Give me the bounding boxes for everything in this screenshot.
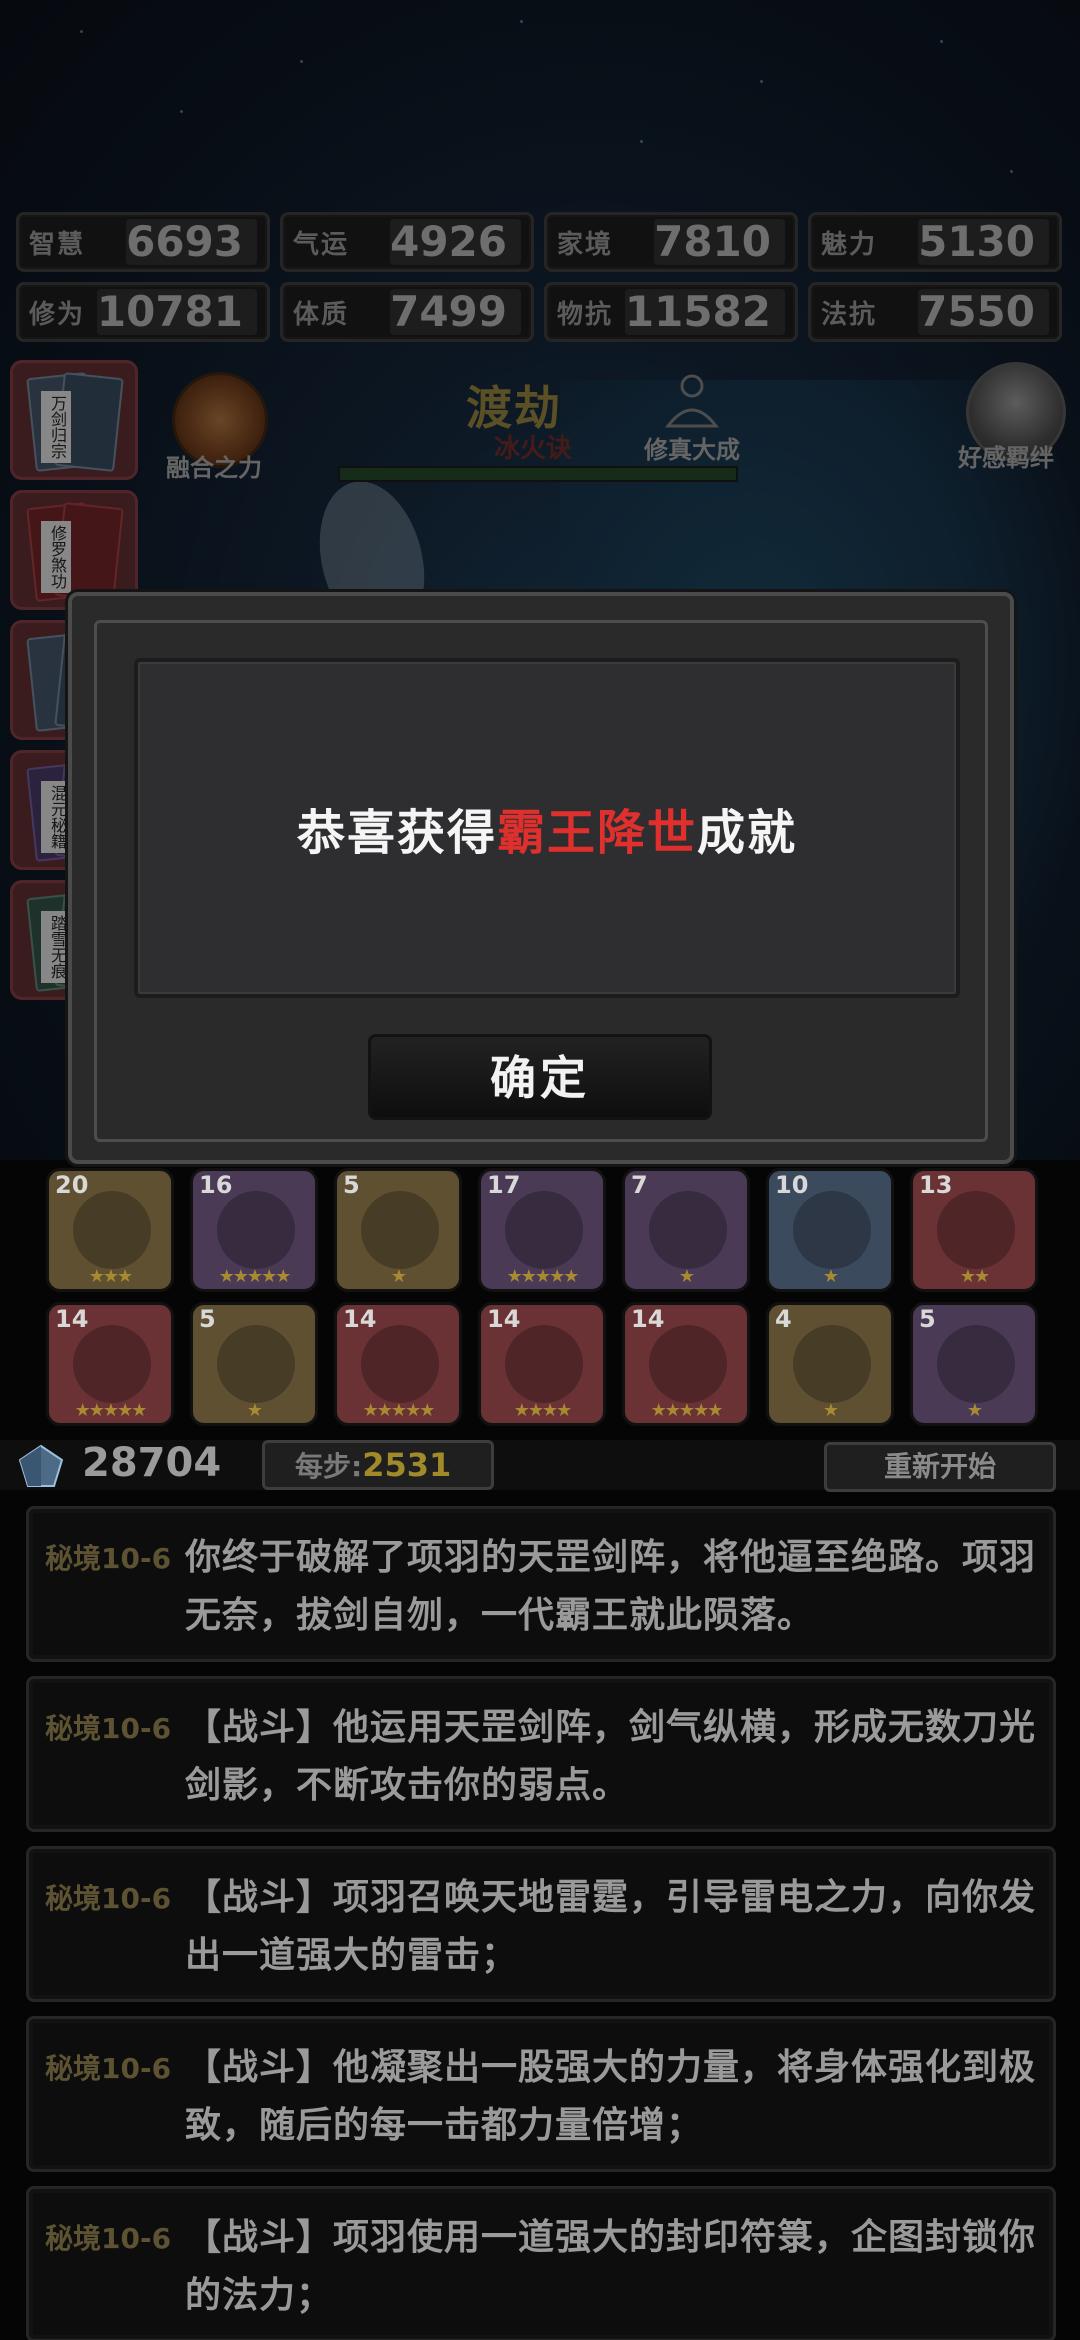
log-text: 【战斗】项羽召唤天地雷霆，引导雷电之力，向你发出一道强大的雷击； — [185, 1877, 1037, 1976]
item-count: 7 — [631, 1171, 648, 1199]
item-count: 5 — [199, 1305, 216, 1333]
item-stars: ★★★★★ — [506, 1266, 580, 1287]
cauldron-icon — [649, 1325, 727, 1403]
dialog-message: 恭喜获得 霸王降世 成就 — [138, 662, 956, 994]
log-text: 【战斗】他凝聚出一股强大的力量，将身体强化到极致，随后的每一击都力量倍增； — [185, 2047, 1037, 2146]
inventory-slot[interactable]: 5 ★ — [910, 1302, 1038, 1426]
spear-icon — [505, 1325, 583, 1403]
sword-icon — [217, 1325, 295, 1403]
crystal-icon — [793, 1191, 871, 1269]
log-entry: 秘境10-6 你终于破解了项羽的天罡剑阵，将他逼至绝路。项羽无奈，拔剑自刎，一代霸… — [26, 1506, 1056, 1662]
achievement-name: 霸王降世 — [496, 805, 697, 861]
gem-count: 28704 — [82, 1440, 222, 1486]
confirm-button[interactable]: 确定 — [368, 1034, 712, 1120]
log-tag: 秘境10-6 — [45, 1542, 172, 1575]
item-stars: ★ — [966, 1400, 983, 1421]
inventory-slot[interactable]: 16 ★★★★★ — [190, 1168, 318, 1292]
log-entry: 秘境10-6 【战斗】项羽使用一道强大的封印符箓，企图封锁你的法力； — [26, 2186, 1056, 2340]
item-count: 5 — [919, 1305, 936, 1333]
item-stars: ★ — [390, 1266, 407, 1287]
log-text: 【战斗】项羽使用一道强大的封印符箓，企图封锁你的法力； — [185, 2217, 1037, 2316]
weapon-icon — [937, 1325, 1015, 1403]
inventory-slot[interactable]: 7 ★ — [622, 1168, 750, 1292]
seal-icon — [937, 1191, 1015, 1269]
step-value: 2531 — [362, 1446, 452, 1484]
item-stars: ★★★★★ — [218, 1266, 292, 1287]
log-entry: 秘境10-6 【战斗】项羽召唤天地雷霆，引导雷电之力，向你发出一道强大的雷击； — [26, 1846, 1056, 2002]
log-tag: 秘境10-6 — [45, 1712, 172, 1745]
item-count: 17 — [487, 1171, 521, 1199]
inventory-grid: 20 ★★★ 16 ★★★★★ 5 ★ 17 ★★★★★ 7 ★ 10 ★ 13 ★★ 14 ★… — [46, 1168, 1046, 1436]
inventory-row: 14 ★★★★★ 5 ★ 14 ★★★★★ 14 ★★★★ 14 ★★★★★ 4 ★ 5 ★ — [46, 1302, 1046, 1426]
item-stars: ★ — [822, 1266, 839, 1287]
log-entry: 秘境10-6 【战斗】他运用天罡剑阵，剑气纵横，形成无数刀光剑影，不断攻击你的弱点… — [26, 1676, 1056, 1832]
item-stars: ★ — [246, 1400, 263, 1421]
item-count: 4 — [775, 1305, 792, 1333]
log-tag: 秘境10-6 — [45, 2052, 172, 2085]
step-label: 每步: — [295, 1450, 363, 1483]
item-stars: ★★★★★ — [362, 1400, 436, 1421]
log-tag: 秘境10-6 — [45, 2222, 172, 2255]
inventory-slot[interactable]: 13 ★★ — [910, 1168, 1038, 1292]
item-stars: ★ — [822, 1400, 839, 1421]
item-count: 14 — [343, 1305, 377, 1333]
inventory-slot[interactable]: 17 ★★★★★ — [478, 1168, 606, 1292]
item-stars: ★★★★★ — [74, 1400, 148, 1421]
log-tag: 秘境10-6 — [45, 1882, 172, 1915]
inventory-slot[interactable]: 5 ★ — [334, 1168, 462, 1292]
item-count: 5 — [343, 1171, 360, 1199]
blade-icon — [361, 1325, 439, 1403]
item-stars: ★★★★ — [513, 1400, 573, 1421]
claw-icon — [73, 1191, 151, 1269]
item-stars: ★★ — [959, 1266, 990, 1287]
item-count: 14 — [631, 1305, 665, 1333]
gourd-icon — [217, 1191, 295, 1269]
inventory-slot[interactable]: 14 ★★★★★ — [334, 1302, 462, 1426]
battle-log: 秘境10-6 你终于破解了项羽的天罡剑阵，将他逼至绝路。项羽无奈，拔剑自刎，一代霸… — [26, 1506, 1056, 2340]
achievement-dialog: 恭喜获得 霸王降世 成就 确定 — [68, 592, 1014, 1164]
item-count: 16 — [199, 1171, 233, 1199]
item-count: 20 — [55, 1171, 89, 1199]
inventory-slot[interactable]: 4 ★ — [766, 1302, 894, 1426]
step-reward: 每步:2531 — [262, 1440, 494, 1490]
dialog-message-panel: 恭喜获得 霸王降世 成就 — [134, 658, 960, 998]
message-prefix: 恭喜获得 — [296, 805, 497, 861]
item-count: 14 — [487, 1305, 521, 1333]
item-stars: ★ — [678, 1266, 695, 1287]
leaf-icon — [505, 1191, 583, 1269]
message-suffix: 成就 — [697, 805, 798, 861]
log-text: 【战斗】他运用天罡剑阵，剑气纵横，形成无数刀光剑影，不断攻击你的弱点。 — [185, 1707, 1037, 1806]
inventory-slot[interactable]: 5 ★ — [190, 1302, 318, 1426]
item-count: 14 — [55, 1305, 89, 1333]
item-stars: ★★★★★ — [650, 1400, 724, 1421]
item-stars: ★★★ — [88, 1266, 133, 1287]
restart-button[interactable]: 重新开始 — [824, 1442, 1056, 1492]
crystal-gem-icon — [18, 1444, 64, 1487]
log-text: 你终于破解了项羽的天罡剑阵，将他逼至绝路。项羽无奈，拔剑自刎，一代霸王就此陨落。 — [185, 1537, 1037, 1636]
inventory-slot[interactable]: 14 ★★★★★ — [46, 1302, 174, 1426]
log-entry: 秘境10-6 【战斗】他凝聚出一股强大的力量，将身体强化到极致，随后的每一击都力量… — [26, 2016, 1056, 2172]
yin-yang-icon — [793, 1325, 871, 1403]
ring-icon — [649, 1191, 727, 1269]
inventory-slot[interactable]: 14 ★★★★★ — [622, 1302, 750, 1426]
mace-icon — [361, 1191, 439, 1269]
axe-icon — [73, 1325, 151, 1403]
inventory-slot[interactable]: 20 ★★★ — [46, 1168, 174, 1292]
inventory-slot[interactable]: 10 ★ — [766, 1168, 894, 1292]
inventory-row: 20 ★★★ 16 ★★★★★ 5 ★ 17 ★★★★★ 7 ★ 10 ★ 13 ★★ — [46, 1168, 1046, 1292]
inventory-slot[interactable]: 14 ★★★★ — [478, 1302, 606, 1426]
item-count: 13 — [919, 1171, 953, 1199]
item-count: 10 — [775, 1171, 809, 1199]
